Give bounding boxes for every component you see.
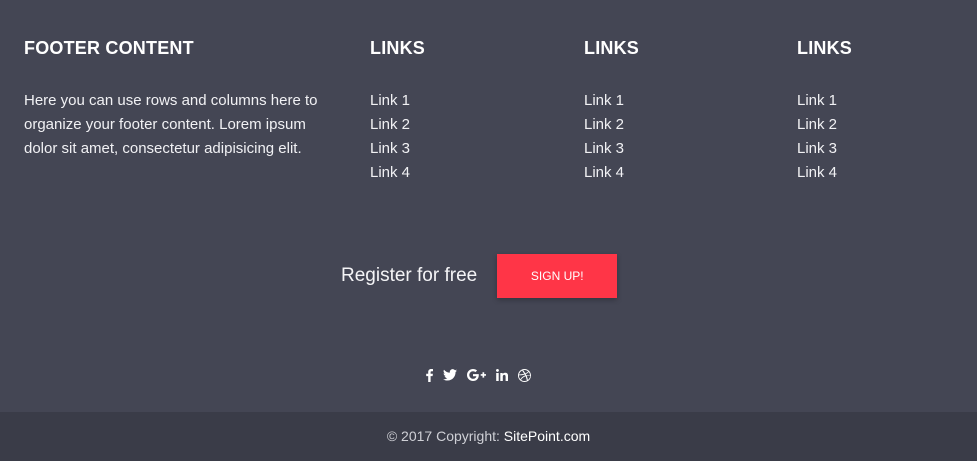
- sitepoint-link[interactable]: SitePoint.com: [504, 428, 590, 444]
- linkedin-icon[interactable]: [496, 367, 508, 383]
- footer-link[interactable]: Link 1: [584, 89, 764, 113]
- links-column-2: LINKS Link 1 Link 2 Link 3 Link 4: [584, 36, 764, 185]
- footer-link[interactable]: Link 3: [370, 137, 550, 161]
- links-column-3: LINKS Link 1 Link 2 Link 3 Link 4: [797, 36, 967, 185]
- dribbble-icon[interactable]: [518, 367, 531, 383]
- footer-link[interactable]: Link 3: [797, 137, 967, 161]
- footer-link[interactable]: Link 2: [370, 113, 550, 137]
- footer-link[interactable]: Link 4: [584, 161, 764, 185]
- sign-up-button[interactable]: SIGN UP!: [497, 254, 618, 298]
- footer-link[interactable]: Link 3: [584, 137, 764, 161]
- links-column-title: LINKS: [584, 38, 639, 58]
- social-icons: [426, 366, 531, 384]
- links-list: Link 1 Link 2 Link 3 Link 4: [797, 89, 967, 185]
- copyright-text: © 2017 Copyright:: [386, 428, 504, 444]
- links-column-title: LINKS: [370, 38, 425, 58]
- register-text: Register for free: [341, 265, 478, 286]
- register-section: Register for free SIGN UP!: [341, 254, 618, 298]
- twitter-icon[interactable]: [443, 367, 457, 383]
- footer-content-text: Here you can use rows and columns here t…: [24, 92, 318, 157]
- footer-link[interactable]: Link 1: [797, 89, 967, 113]
- page-footer: FOOTER CONTENT Here you can use rows and…: [0, 0, 977, 412]
- links-list: Link 1 Link 2 Link 3 Link 4: [584, 89, 764, 185]
- facebook-icon[interactable]: [426, 367, 433, 383]
- links-column-1: LINKS Link 1 Link 2 Link 3 Link 4: [370, 36, 550, 185]
- footer-link[interactable]: Link 2: [584, 113, 764, 137]
- links-column-title: LINKS: [797, 38, 852, 58]
- footer-about-column: FOOTER CONTENT Here you can use rows and…: [24, 36, 324, 161]
- links-list: Link 1 Link 2 Link 3 Link 4: [370, 89, 550, 185]
- footer-link[interactable]: Link 4: [797, 161, 967, 185]
- footer-link[interactable]: Link 4: [370, 161, 550, 185]
- footer-link[interactable]: Link 2: [797, 113, 967, 137]
- footer-content-title: FOOTER CONTENT: [24, 38, 194, 58]
- google-plus-icon[interactable]: [467, 367, 486, 383]
- footer-link[interactable]: Link 1: [370, 89, 550, 113]
- copyright-bar: © 2017 Copyright: SitePoint.com: [0, 412, 977, 461]
